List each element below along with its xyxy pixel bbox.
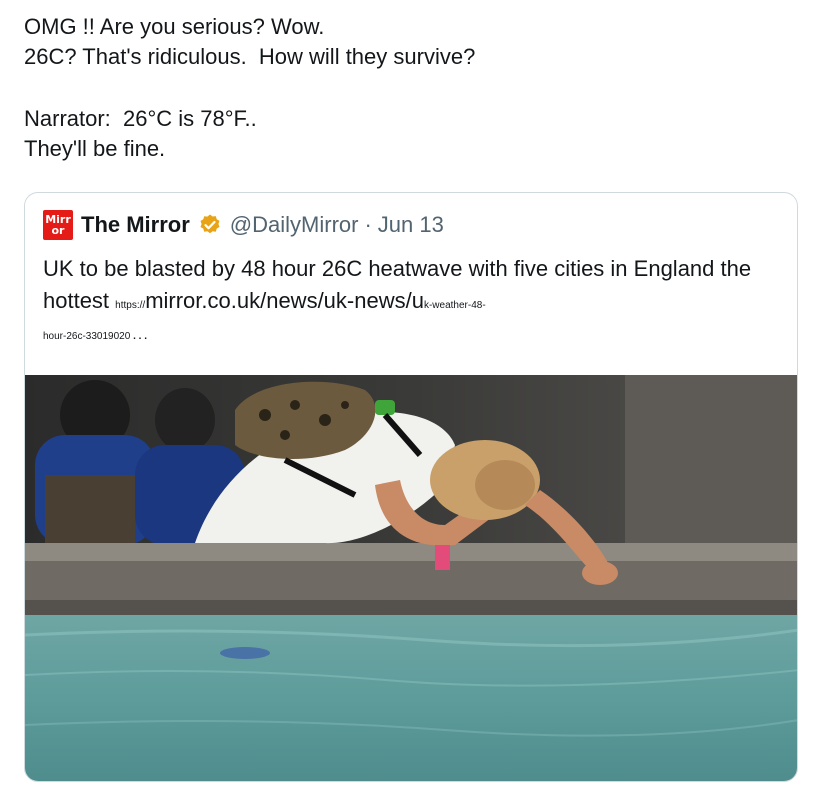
link-main[interactable]: mirror.co.uk/news/uk-news/u [145, 288, 424, 313]
tweet-text: OMG !! Are you serious? Wow. 26C? That's… [24, 12, 475, 164]
separator-dot: · [364, 212, 372, 237]
logo-text-bottom: or [51, 224, 65, 237]
tweet-line-1: OMG !! Are you serious? Wow. [24, 14, 325, 39]
link-ellipsis: . . . [130, 331, 147, 342]
link-tail-1[interactable]: k-weather-48- [424, 300, 486, 311]
tweet-line-4: Narrator: 26°C is 78°F.. [24, 106, 257, 131]
handle[interactable]: @DailyMirror [230, 212, 359, 238]
tweet-line-5: They'll be fine. [24, 136, 166, 161]
tweet-date[interactable]: Jun 13 [378, 212, 444, 238]
heatwave-photo-icon [25, 375, 797, 781]
link-tail-2[interactable]: hour-26c-33019020 [43, 331, 130, 342]
quoted-tweet-header: Mirr or The Mirror @DailyMirror · Jun 13 [43, 210, 444, 240]
link-prefix[interactable]: https:// [115, 300, 145, 311]
display-name[interactable]: The Mirror [81, 212, 190, 238]
verified-badge-icon [200, 214, 220, 234]
tweet-media-photo[interactable] [25, 375, 797, 781]
quoted-tweet-body: UK to be blasted by 48 hour 26C heatwave… [43, 253, 783, 348]
tweet-line-2: 26C? That's ridiculous. How will they su… [24, 44, 476, 69]
quoted-tweet-card[interactable]: Mirr or The Mirror @DailyMirror · Jun 13… [24, 192, 798, 782]
mirror-logo-icon[interactable]: Mirr or [43, 210, 73, 240]
link-tail-line[interactable]: hour-26c-33019020 . . . [43, 326, 783, 348]
